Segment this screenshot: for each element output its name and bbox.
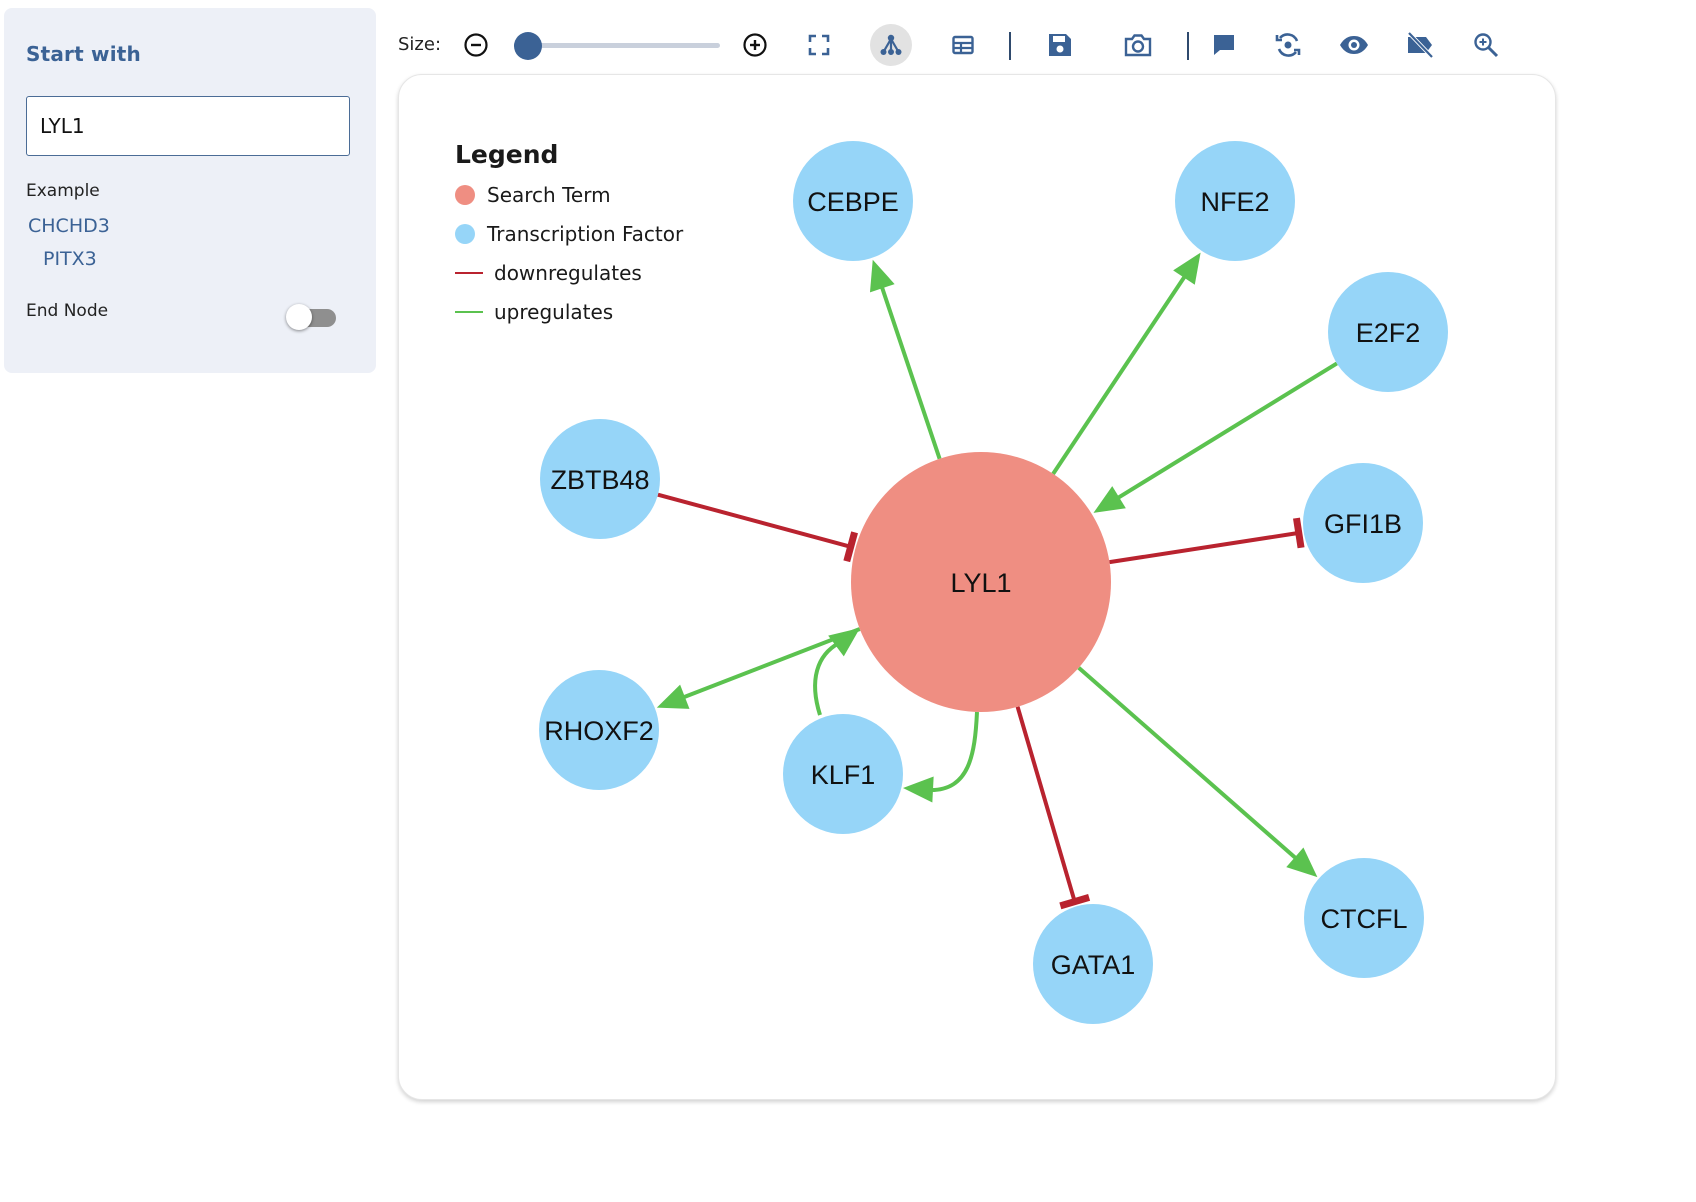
fullscreen-icon xyxy=(808,34,830,56)
reset-layout-button[interactable] xyxy=(1267,24,1309,66)
legend-swatch-transcription-factor xyxy=(455,224,475,244)
node-label-lyl1: LYL1 xyxy=(950,568,1011,598)
edge-lyl1-klf1-arrowhead xyxy=(903,776,934,803)
legend-title: Legend xyxy=(455,140,558,169)
legend-swatch-search-term xyxy=(455,185,475,205)
node-label-nfe2: NFE2 xyxy=(1200,187,1269,217)
node-lyl1[interactable]: LYL1 xyxy=(851,452,1111,712)
zoom-out-button[interactable] xyxy=(455,24,497,66)
fit-screen-button[interactable] xyxy=(798,24,840,66)
edge-lyl1-ctcfl[interactable] xyxy=(1077,666,1300,862)
edge-lyl1-nfe2-arrowhead xyxy=(1173,252,1201,285)
slider-thumb[interactable] xyxy=(514,32,543,60)
label-off-icon xyxy=(1407,31,1434,59)
edge-lyl1-gfi1b-inhibitor-bar xyxy=(1293,517,1305,549)
node-rhoxf2[interactable]: RHOXF2 xyxy=(539,670,659,790)
node-label-gata1: GATA1 xyxy=(1051,950,1136,980)
network-icon xyxy=(880,34,902,55)
edge-lyl1-nfe2[interactable] xyxy=(1051,273,1188,475)
node-nfe2[interactable]: NFE2 xyxy=(1175,141,1295,261)
node-label-gfi1b: GFI1B xyxy=(1324,509,1402,539)
legend: Legend Search Term Transcription Factor … xyxy=(455,140,684,324)
size-slider[interactable] xyxy=(514,30,724,62)
node-label-e2f2: E2F2 xyxy=(1356,318,1421,348)
edge-klf1-lyl1[interactable] xyxy=(813,641,841,716)
node-layer: LYL1 CEBPE NFE2 E2F2 GFI1B CTCFL GATA1 KLF1 RHOX… xyxy=(539,141,1448,1024)
table-icon xyxy=(952,35,974,55)
edge-e2f2-lyl1[interactable] xyxy=(1114,361,1338,502)
edge-lyl1-gfi1b[interactable] xyxy=(1109,530,1301,565)
legend-label-downregulates: downregulates xyxy=(494,261,642,285)
comment-button[interactable] xyxy=(1203,24,1245,66)
node-e2f2[interactable]: E2F2 xyxy=(1328,272,1448,392)
size-label: Size: xyxy=(398,34,442,55)
save-icon xyxy=(1049,34,1071,56)
edge-lyl1-cebpe-arrowhead xyxy=(869,259,895,293)
graph-canvas[interactable]: LYL1 CEBPE NFE2 E2F2 GFI1B CTCFL GATA1 KLF1 RHOX… xyxy=(398,74,1556,1100)
network-view-button[interactable] xyxy=(870,24,912,66)
node-label-klf1: KLF1 xyxy=(811,760,876,790)
screenshot-button[interactable] xyxy=(1117,24,1159,66)
zoom-in-button[interactable] xyxy=(734,24,776,66)
save-button[interactable] xyxy=(1039,24,1081,66)
example-link-chchd3[interactable]: CHCHD3 xyxy=(28,215,110,237)
table-view-button[interactable] xyxy=(942,24,984,66)
edge-lyl1-rhoxf2[interactable] xyxy=(680,627,861,701)
comment-icon xyxy=(1214,35,1234,55)
end-node-label: End Node xyxy=(26,301,109,321)
node-gfi1b[interactable]: GFI1B xyxy=(1303,463,1423,583)
edge-zbtb48-lyl1-inhibitor-bar xyxy=(843,531,858,563)
node-cebpe[interactable]: CEBPE xyxy=(793,141,913,261)
toggle-knob xyxy=(286,304,312,330)
eye-icon xyxy=(1340,36,1368,54)
refresh-camera-icon xyxy=(1275,33,1301,57)
zoom-search-button[interactable] xyxy=(1465,24,1507,66)
node-label-zbtb48: ZBTB48 xyxy=(550,465,649,495)
legend-label-transcription-factor: Transcription Factor xyxy=(486,222,684,246)
show-button[interactable] xyxy=(1333,24,1375,66)
panel-title: Start with xyxy=(26,42,141,66)
hide-labels-button[interactable] xyxy=(1399,24,1441,66)
node-gata1[interactable]: GATA1 xyxy=(1033,904,1153,1024)
example-label: Example xyxy=(26,181,100,201)
edge-lyl1-gata1[interactable] xyxy=(1015,706,1077,904)
edge-lyl1-cebpe[interactable] xyxy=(879,283,942,460)
toolbar-divider xyxy=(1187,32,1189,60)
node-ctcfl[interactable]: CTCFL xyxy=(1304,858,1424,978)
network-graph[interactable]: LYL1 CEBPE NFE2 E2F2 GFI1B CTCFL GATA1 KLF1 RHOX… xyxy=(399,75,1556,1100)
edge-e2f2-lyl1-arrowhead xyxy=(1093,486,1126,513)
plus-circle-icon xyxy=(743,33,767,57)
end-node-toggle[interactable] xyxy=(286,304,338,330)
node-label-rhoxf2: RHOXF2 xyxy=(544,716,654,746)
edge-lyl1-klf1[interactable] xyxy=(930,711,979,792)
example-link-pitx3[interactable]: PITX3 xyxy=(43,248,97,270)
zoom-in-icon xyxy=(1474,33,1499,58)
search-panel: Start with Example CHCHD3 PITX3 End Node xyxy=(4,8,376,373)
slider-rail xyxy=(514,43,720,48)
edge-lyl1-rhoxf2-arrowhead xyxy=(656,684,690,709)
legend-label-upregulates: upregulates xyxy=(494,300,613,324)
camera-icon xyxy=(1124,34,1152,57)
legend-label-search-term: Search Term xyxy=(487,183,611,207)
node-label-ctcfl: CTCFL xyxy=(1321,904,1408,934)
edge-zbtb48-lyl1[interactable] xyxy=(657,492,853,549)
minus-circle-icon xyxy=(464,33,488,57)
toolbar-divider xyxy=(1009,32,1011,60)
search-input[interactable] xyxy=(26,96,350,156)
node-zbtb48[interactable]: ZBTB48 xyxy=(540,419,660,539)
node-klf1[interactable]: KLF1 xyxy=(783,714,903,834)
node-label-cebpe: CEBPE xyxy=(807,187,899,217)
